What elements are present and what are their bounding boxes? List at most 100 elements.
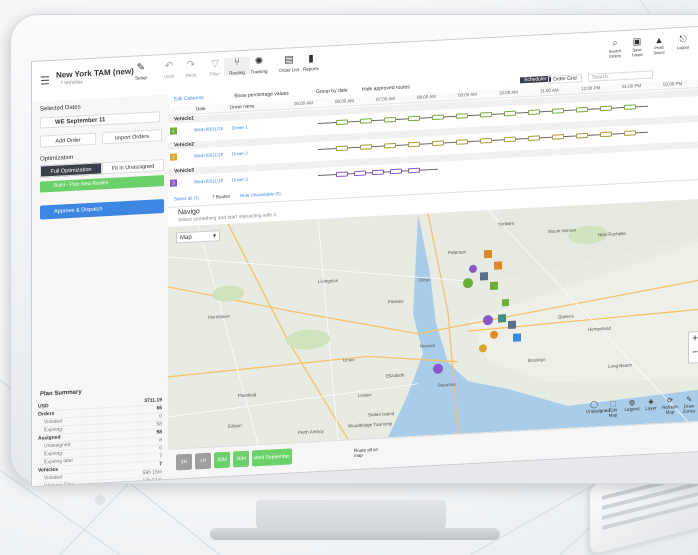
stop-marker[interactable]: [600, 131, 612, 138]
time-tick: 02:00 PM: [663, 80, 683, 87]
add-order-button[interactable]: Add Order: [40, 132, 96, 148]
zoom-controls[interactable]: + −: [688, 330, 698, 364]
stop-marker[interactable]: [384, 142, 396, 149]
logout-button[interactable]: ⎋ Logout: [674, 33, 692, 51]
summary-key: Expiring: [44, 426, 63, 434]
time-window-pill[interactable]: 1H: [195, 452, 211, 470]
map-place-label: Livingston: [318, 277, 339, 285]
map-control[interactable]: ◍ Legend: [624, 398, 640, 412]
map-type-select[interactable]: Map ▾: [176, 230, 220, 244]
fit-unassigned-tab[interactable]: Fit in Unassigned: [102, 159, 164, 175]
reports-label: Reports: [303, 65, 319, 72]
search-orders-button[interactable]: ⌕ Search Orders: [606, 37, 624, 59]
hide-approved-toggle[interactable]: Hide approved routes: [362, 84, 410, 93]
stop-marker[interactable]: [354, 170, 366, 177]
summary-key: Violated: [44, 418, 62, 426]
profit-select-button[interactable]: ▲ Profit Select: [650, 35, 668, 56]
stop-marker[interactable]: [504, 136, 516, 143]
stop-marker[interactable]: [600, 105, 612, 112]
stop-marker[interactable]: [480, 111, 492, 118]
stop-marker[interactable]: [372, 169, 384, 176]
routes-count: 7 Routes: [212, 193, 231, 200]
tab-scheduler[interactable]: Scheduler: [520, 75, 551, 84]
build-plan-button[interactable]: Build - Plan New Routes: [40, 175, 164, 193]
route-date-link[interactable]: Wed+09/11/19: [194, 152, 223, 159]
tab-order-grid[interactable]: Order Grid: [548, 74, 582, 84]
stop-marker[interactable]: [576, 106, 588, 113]
route-all-link[interactable]: Route all on map: [354, 447, 384, 458]
tracking-button[interactable]: ✺ Tracking: [246, 55, 272, 75]
vehicle-number: 2: [170, 153, 177, 161]
stop-marker[interactable]: [576, 132, 588, 139]
stop-marker[interactable]: [360, 144, 372, 150]
full-optimization-tab[interactable]: Full Optimization: [40, 162, 102, 178]
select-all-link[interactable]: Select all (7): [174, 195, 199, 201]
stop-marker[interactable]: [528, 109, 540, 116]
logout-icon: ⎋: [679, 33, 687, 45]
redo-button[interactable]: ↷ Redo: [178, 59, 204, 78]
date-selector[interactable]: WE September 11: [40, 111, 160, 129]
full-optimization-label: Full Optimization: [50, 166, 92, 176]
time-window-pill[interactable]: 30M: [233, 450, 249, 468]
map-place-label: Queens: [558, 313, 574, 320]
map-control-label: Layer: [645, 405, 657, 411]
stop-marker[interactable]: [624, 130, 636, 136]
time-window-pill[interactable]: Wed September 11: [252, 448, 292, 477]
stop-marker[interactable]: [624, 104, 636, 110]
stop-marker[interactable]: [408, 167, 420, 174]
stop-marker[interactable]: [480, 137, 492, 144]
search-input[interactable]: Search: [588, 70, 653, 82]
show-percentage-toggle[interactable]: Show percentage values: [234, 91, 289, 100]
stop-marker[interactable]: [336, 145, 348, 152]
summary-key: Unassigned: [44, 441, 71, 450]
time-window-pill[interactable]: 30M: [214, 451, 230, 469]
order-list-label: Order List: [279, 67, 299, 74]
hide-unavailable-link[interactable]: Hide Unavailable (0): [240, 191, 281, 198]
navigo-title: Navigo: [178, 208, 200, 217]
edit-columns-link[interactable]: Edit Columns: [174, 95, 204, 103]
stop-marker[interactable]: [528, 135, 540, 142]
map-control[interactable]: ⟳ Refresh Map: [662, 396, 678, 415]
map-control[interactable]: ◈ Layer: [643, 397, 659, 411]
route-date-link[interactable]: Wed+09/11/19: [194, 126, 223, 133]
reports-button[interactable]: ▮ Reports: [298, 53, 324, 72]
stop-marker[interactable]: [456, 139, 468, 145]
import-orders-button[interactable]: Import Orders: [102, 129, 162, 145]
setup-button[interactable]: ✎ Setup: [128, 62, 154, 81]
menu-icon[interactable]: ☰: [40, 74, 50, 88]
monitor: ☰ New York TAM (new) 7 Vehicles ✎ Setup ↶…: [10, 14, 698, 487]
zoom-out-icon[interactable]: −: [689, 346, 698, 361]
stop-marker[interactable]: [384, 116, 396, 123]
app-screen: ☰ New York TAM (new) 7 Vehicles ✎ Setup ↶…: [32, 26, 698, 487]
summary-value: 58: [156, 421, 162, 428]
route-map[interactable]: Map ▾ Paterson Clifton Passaic Newark Elizabe…: [168, 198, 698, 449]
stop-marker[interactable]: [408, 141, 420, 148]
stop-marker[interactable]: [504, 110, 516, 117]
time-window-pill[interactable]: 3H: [176, 453, 192, 471]
zoom-in-icon[interactable]: +: [689, 332, 698, 347]
save-timed-button[interactable]: ▣ Save Timed: [628, 36, 646, 58]
stop-marker[interactable]: [552, 134, 564, 140]
map-place-label: Plainfield: [238, 392, 257, 399]
stop-marker[interactable]: [390, 168, 402, 175]
route-date-link[interactable]: Wed+09/11/19: [194, 178, 223, 185]
stop-marker[interactable]: [456, 113, 468, 119]
stop-marker[interactable]: [336, 119, 348, 126]
stop-marker[interactable]: [432, 114, 444, 121]
stop-marker[interactable]: [336, 171, 348, 178]
driver-name: Driver 2: [232, 150, 248, 157]
map-place-label: Bayonne: [438, 381, 456, 388]
map-control[interactable]: ✎ Draw Zones: [681, 395, 697, 414]
summary-value: 66: [156, 405, 162, 412]
group-by-date-toggle[interactable]: Group by date: [316, 87, 348, 95]
stop-marker[interactable]: [552, 108, 564, 114]
stop-marker[interactable]: [432, 140, 444, 147]
map-control-label: Draw Zones: [682, 403, 696, 414]
map-control[interactable]: ◯ Unassigned: [586, 400, 610, 414]
map-control[interactable]: ⬚ Edit Map: [605, 399, 621, 418]
stop-marker[interactable]: [360, 118, 372, 124]
redo-label: Redo: [185, 72, 197, 78]
stop-marker[interactable]: [408, 115, 420, 122]
approve-dispatch-button[interactable]: Approve & Dispatch: [40, 199, 164, 220]
fit-unassigned-label: Fit in Unassigned: [111, 163, 155, 172]
